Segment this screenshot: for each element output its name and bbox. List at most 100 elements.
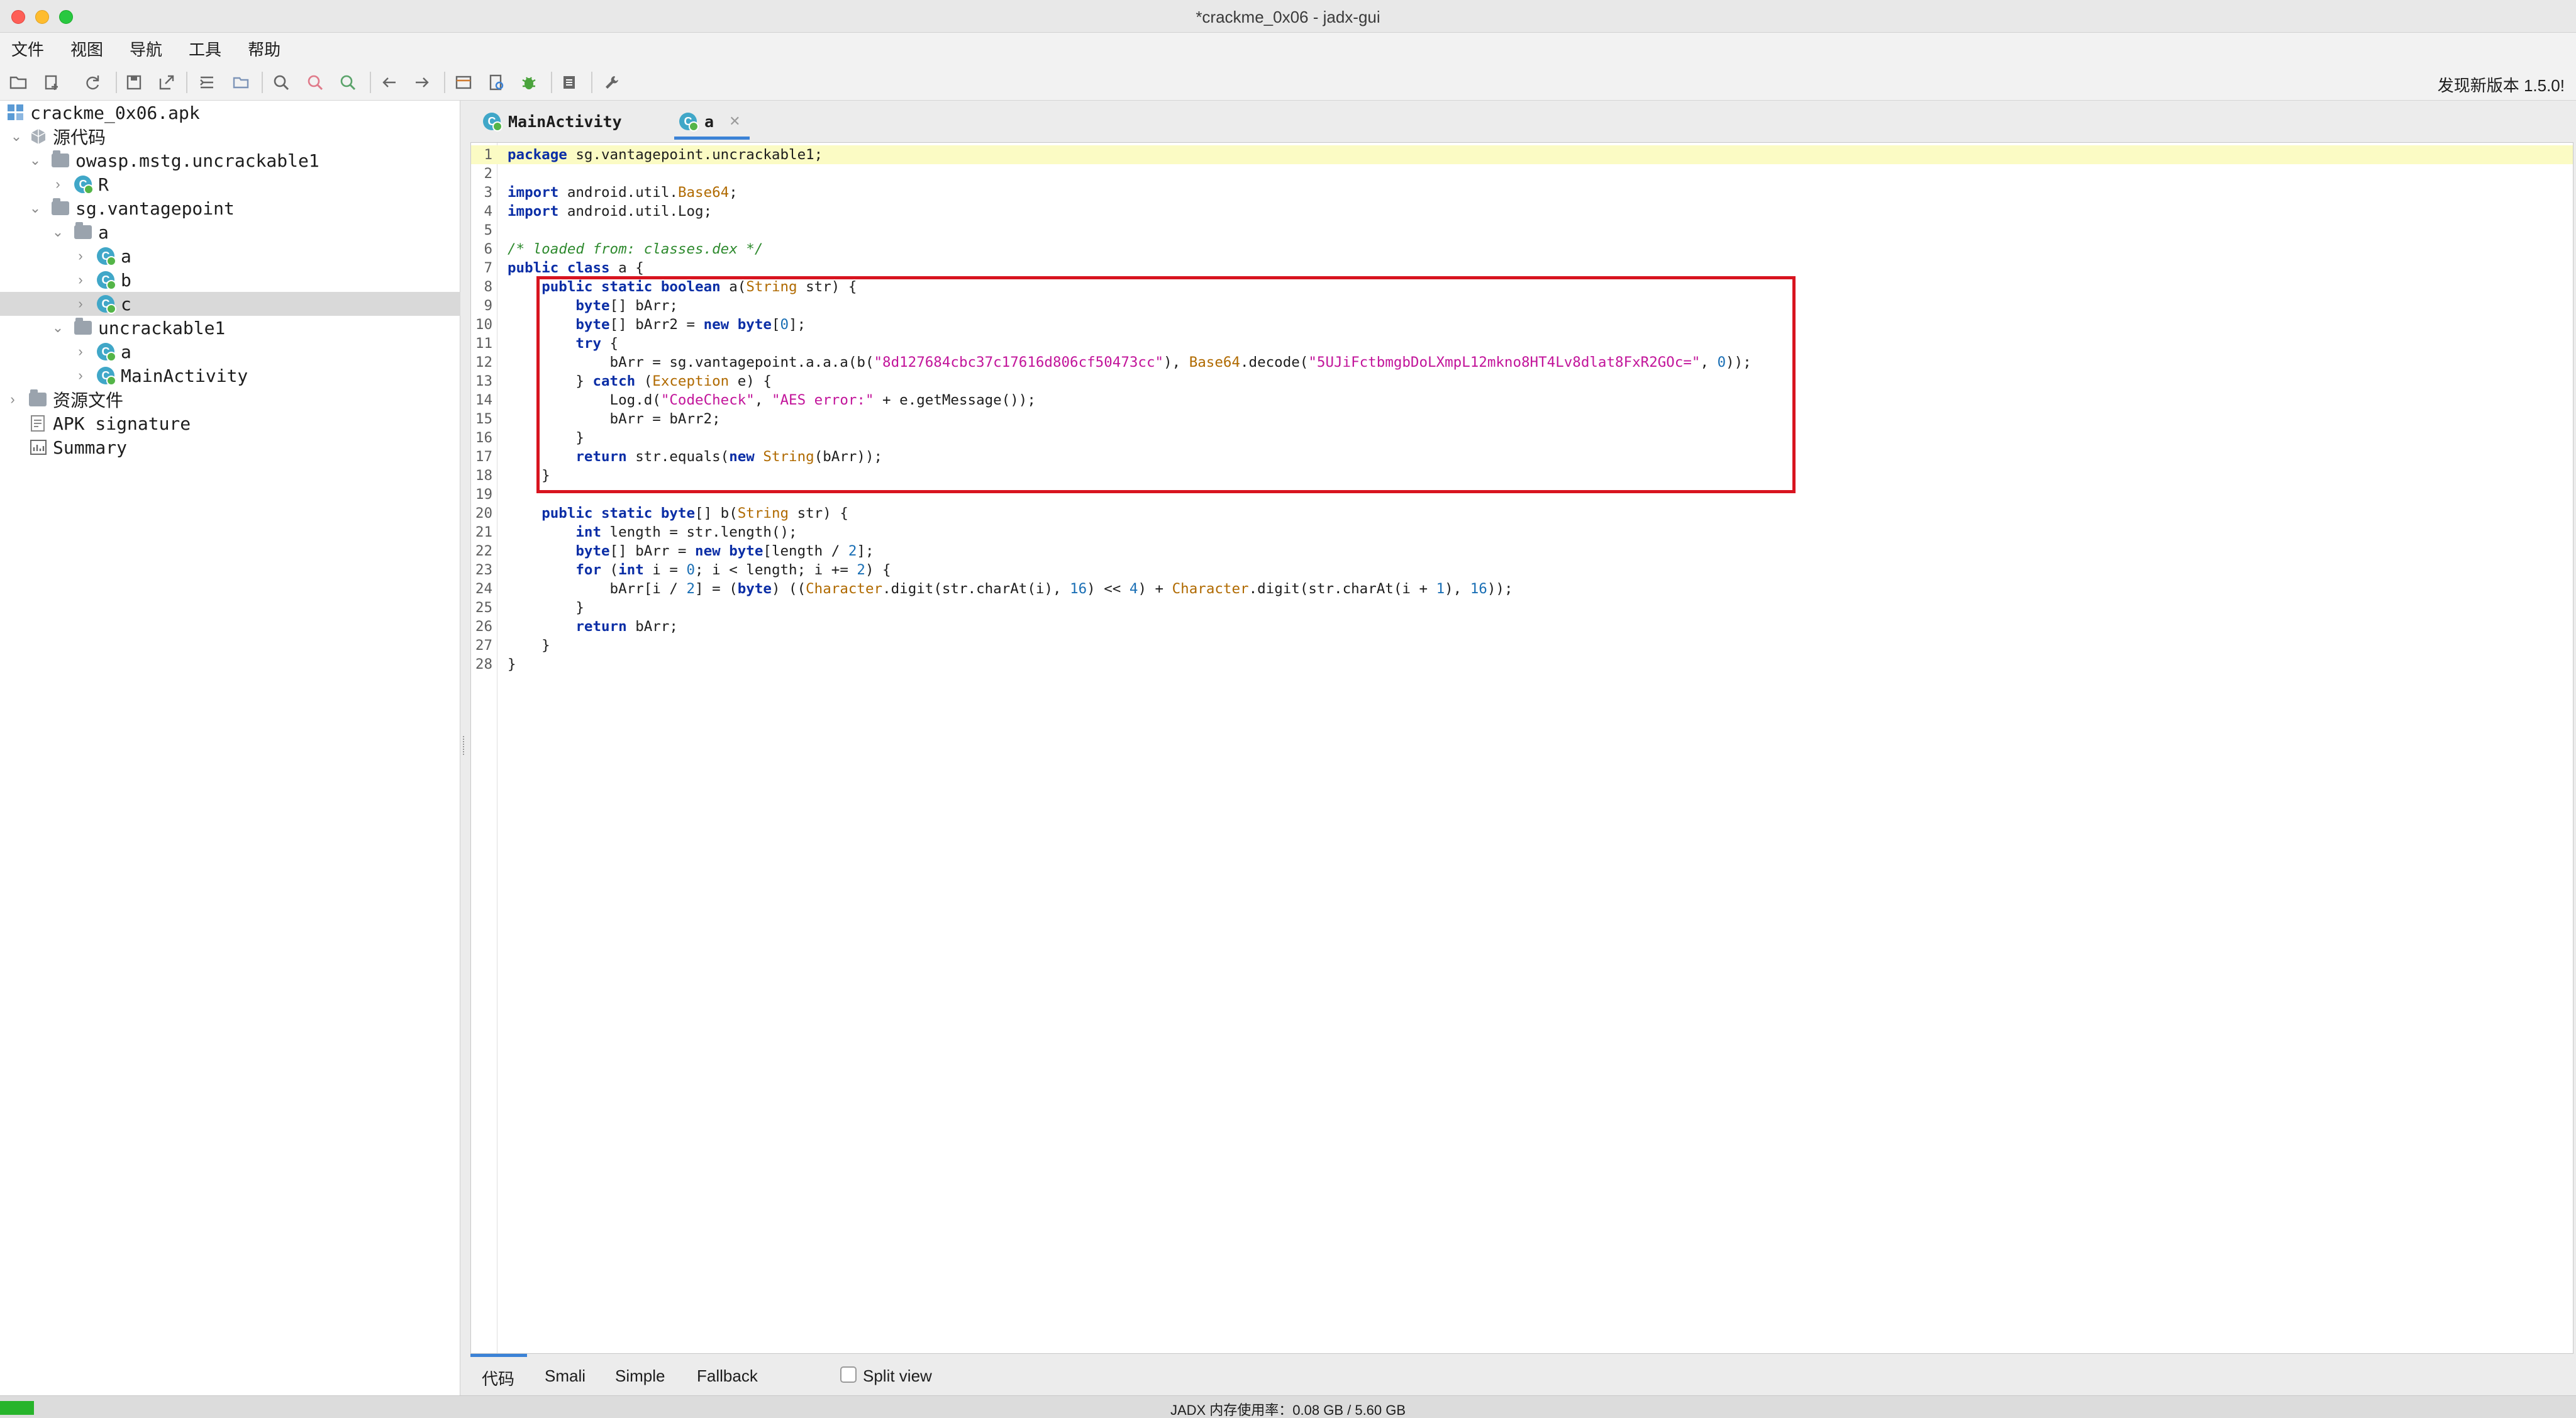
code-text: byte[] bArr = new byte[length / 2];	[575, 543, 874, 559]
close-tab-icon[interactable]: ✕	[729, 113, 740, 130]
code-line: 27 }	[471, 636, 2573, 655]
tree-item-package-vantagepoint[interactable]: ⌄ sg.vantagepoint	[0, 196, 460, 220]
log-viewer-icon[interactable]	[558, 72, 580, 93]
tab-code-view[interactable]: 代码	[482, 1366, 514, 1390]
tab-mainactivity[interactable]: C MainActivity	[483, 101, 653, 142]
open-file-icon[interactable]	[8, 72, 29, 93]
forward-arrow-icon[interactable]	[411, 72, 433, 93]
summary-icon	[29, 438, 48, 457]
menu-tools[interactable]: 工具	[189, 37, 221, 60]
class-icon: C	[97, 367, 116, 386]
chevron-down-icon[interactable]: ⌄	[28, 200, 43, 216]
line-number: 13	[475, 373, 492, 389]
chevron-right-icon[interactable]: ›	[73, 272, 88, 288]
toolbar-separator	[116, 72, 117, 93]
tab-a[interactable]: C a ✕	[674, 101, 750, 142]
line-number: 18	[475, 467, 492, 484]
toolbar: 发现新版本 1.5.0!	[0, 64, 2576, 101]
split-view-label[interactable]: Split view	[863, 1366, 932, 1386]
tree-item-class-a[interactable]: › C a	[0, 244, 460, 268]
debug-bug-icon[interactable]	[518, 72, 540, 93]
code-text: /* loaded from: classes.dex */	[508, 241, 763, 257]
update-available-notice[interactable]: 发现新版本 1.5.0!	[2438, 73, 2565, 96]
line-number: 12	[475, 354, 492, 371]
tab-label: a	[704, 112, 714, 131]
package-icon	[52, 198, 69, 215]
source-icon	[29, 127, 48, 146]
menu-navigate[interactable]: 导航	[130, 37, 162, 60]
tab-fallback-view[interactable]: Fallback	[697, 1366, 758, 1386]
code-line: 23 for (int i = 0; i < length; i += 2) {	[471, 561, 2573, 579]
tree-item-label: a	[121, 341, 131, 362]
tree-item-class-c[interactable]: › C c	[0, 292, 460, 316]
chevron-right-icon[interactable]: ›	[73, 343, 88, 359]
tab-smali-view[interactable]: Smali	[545, 1366, 586, 1386]
menu-view[interactable]: 视图	[70, 37, 103, 60]
chevron-down-icon[interactable]: ⌄	[28, 152, 43, 168]
code-text: for (int i = 0; i < length; i += 2) {	[575, 562, 891, 578]
code-text: public static byte[] b(String str) {	[541, 505, 848, 522]
tree-item-class-a2[interactable]: › C a	[0, 340, 460, 364]
preferences-wrench-icon[interactable]	[601, 72, 623, 93]
add-files-icon[interactable]	[42, 72, 63, 93]
title-bar: *crackme_0x06 - jadx-gui	[0, 0, 2576, 33]
tree-item-apk[interactable]: crackme_0x06.apk	[0, 101, 460, 125]
code-line: 2	[471, 164, 2573, 183]
package-icon	[74, 318, 92, 335]
editor-area: C MainActivity C a ✕ 1 package sg.vantage…	[468, 101, 2576, 1395]
search-icon[interactable]	[270, 72, 292, 93]
tree-item-package-uncrackable1[interactable]: ⌄ uncrackable1	[0, 316, 460, 340]
tree-item-label: APK signature	[53, 413, 191, 434]
code-editor[interactable]: 1 package sg.vantagepoint.uncrackable1; 2…	[470, 142, 2573, 1354]
save-icon[interactable]	[123, 72, 145, 93]
tree-item-label: uncrackable1	[98, 317, 226, 338]
menu-file[interactable]: 文件	[11, 37, 44, 60]
tree-item-apk-signature[interactable]: APK signature	[0, 411, 460, 435]
chevron-down-icon[interactable]: ⌄	[50, 320, 65, 335]
tree-item-label: MainActivity	[121, 365, 248, 386]
code-line: 1 package sg.vantagepoint.uncrackable1;	[471, 145, 2573, 164]
apk-icon	[6, 103, 25, 122]
reload-icon[interactable]	[82, 72, 103, 93]
tree-item-class-b[interactable]: › C b	[0, 268, 460, 292]
tree-item-class-mainactivity[interactable]: › C MainActivity	[0, 364, 460, 388]
class-icon: C	[679, 113, 699, 131]
memory-usage-text: JADX 内存使用率：0.08 GB / 5.60 GB	[1170, 1402, 1406, 1418]
tab-simple-view[interactable]: Simple	[615, 1366, 665, 1386]
line-number: 16	[475, 430, 492, 446]
tree-item-label: Summary	[53, 437, 128, 458]
line-number: 28	[475, 656, 492, 673]
tree-item-summary[interactable]: Summary	[0, 435, 460, 459]
chevron-right-icon[interactable]: ›	[5, 391, 20, 407]
tree-item-label: a	[98, 221, 109, 243]
flatten-packages-icon[interactable]	[230, 72, 252, 93]
menu-help[interactable]: 帮助	[248, 37, 280, 60]
chevron-right-icon[interactable]: ›	[73, 367, 88, 383]
chevron-right-icon[interactable]: ›	[73, 248, 88, 264]
quark-icon[interactable]	[486, 72, 507, 93]
tree-item-package-a[interactable]: ⌄ a	[0, 220, 460, 244]
tree-item-source-code[interactable]: ⌄ 源代码	[0, 125, 460, 148]
chevron-right-icon[interactable]: ›	[50, 176, 65, 192]
chevron-right-icon[interactable]: ›	[73, 296, 88, 311]
active-view-indicator	[470, 1354, 527, 1357]
line-number: 23	[475, 562, 492, 578]
back-arrow-icon[interactable]	[379, 72, 400, 93]
code-line: 4 import android.util.Log;	[471, 202, 2573, 221]
tree-item-resources[interactable]: › 资源文件	[0, 388, 460, 411]
tree-item-package-owasp[interactable]: ⌄ owasp.mstg.uncrackable1	[0, 148, 460, 172]
code-text: }	[508, 656, 516, 673]
chevron-down-icon[interactable]: ⌄	[9, 128, 24, 144]
chevron-down-icon[interactable]: ⌄	[50, 224, 65, 240]
line-number: 8	[484, 279, 492, 295]
class-search-icon[interactable]	[304, 72, 326, 93]
usage-search-icon[interactable]	[337, 72, 358, 93]
export-icon[interactable]	[156, 72, 177, 93]
line-number: 5	[484, 222, 492, 238]
sync-tree-icon[interactable]	[196, 72, 218, 93]
code-text: public class a {	[508, 260, 644, 276]
code-text: import android.util.Base64;	[508, 184, 738, 201]
tree-item-class-r[interactable]: › C R	[0, 172, 460, 196]
split-view-checkbox[interactable]	[840, 1366, 857, 1383]
deobfuscation-icon[interactable]	[453, 72, 474, 93]
